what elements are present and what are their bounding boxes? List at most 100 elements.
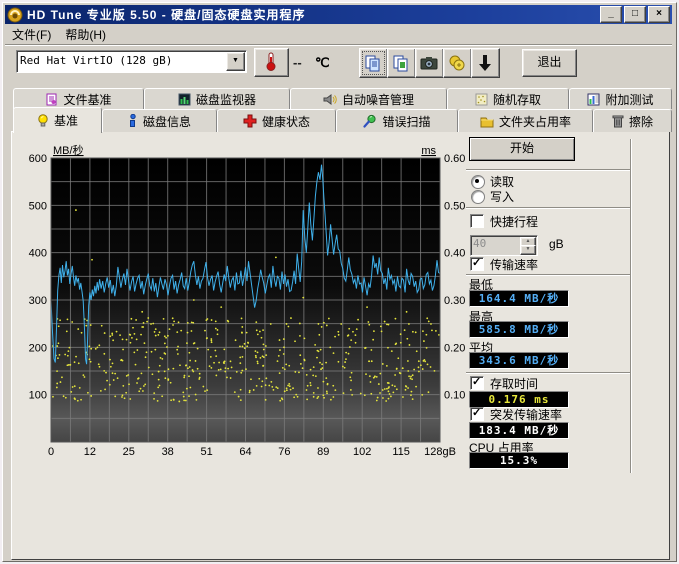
- app-window: HD Tune 专业版 5.50 - 硬盘/固态硬盘实用程序 _ □ × 文件(…: [0, 0, 679, 564]
- svg-text:400: 400: [29, 248, 47, 260]
- info-icon: [128, 114, 138, 128]
- cpu-usage-display: 15.3%: [469, 452, 569, 469]
- screenshot-button[interactable]: [415, 48, 444, 78]
- temperature-value: --: [293, 55, 302, 70]
- separator: [466, 207, 632, 209]
- coins-icon: [448, 54, 466, 72]
- disk-monitor-icon: [178, 93, 191, 106]
- menu-bar: 文件(F) 帮助(H): [5, 25, 672, 43]
- tab-folder-usage[interactable]: 文件夹占用率: [458, 109, 593, 132]
- svg-text:128gB: 128gB: [424, 446, 456, 458]
- min-value-display: 164.4 MB/秒: [469, 290, 569, 307]
- separator: [466, 169, 632, 171]
- svg-text:300: 300: [29, 295, 47, 307]
- svg-text:MB/秒: MB/秒: [53, 143, 84, 157]
- read-radio[interactable]: [471, 175, 485, 189]
- svg-text:600: 600: [29, 153, 47, 165]
- tab-erase[interactable]: 擦除: [593, 109, 672, 132]
- save-results-button[interactable]: [471, 48, 500, 78]
- write-radio-label[interactable]: 写入: [490, 188, 514, 205]
- tab-label: 文件基准: [63, 91, 111, 108]
- copy-image-button[interactable]: [387, 48, 416, 78]
- short-stroke-label[interactable]: 快捷行程: [490, 213, 538, 230]
- copy-button[interactable]: [359, 48, 388, 78]
- svg-text:76: 76: [278, 446, 290, 458]
- svg-text:64: 64: [239, 446, 251, 458]
- drive-selector[interactable]: ▼: [16, 50, 247, 73]
- tab-label: 磁盘信息: [143, 113, 191, 130]
- max-value-display: 585.8 MB/秒: [469, 321, 569, 338]
- short-stroke-value[interactable]: [473, 237, 515, 250]
- extra-tests-icon: [587, 93, 600, 106]
- svg-text:51: 51: [200, 446, 212, 458]
- maximize-button[interactable]: □: [624, 6, 646, 23]
- down-arrow-icon: [478, 54, 492, 72]
- svg-text:0: 0: [48, 446, 54, 458]
- svg-text:ms: ms: [421, 145, 436, 157]
- tab-label: 自动噪音管理: [342, 91, 414, 108]
- copy-image-icon: [392, 54, 410, 72]
- speaker-icon: [323, 93, 337, 106]
- health-icon: [243, 114, 257, 128]
- menu-file[interactable]: 文件(F): [5, 25, 58, 44]
- tab-health[interactable]: 健康状态: [217, 109, 336, 132]
- svg-text:12: 12: [84, 446, 96, 458]
- svg-text:0.50: 0.50: [444, 200, 465, 212]
- menu-help[interactable]: 帮助(H): [58, 25, 113, 44]
- start-button[interactable]: 开始: [469, 137, 575, 161]
- menu-separator: [5, 44, 672, 46]
- benchmark-chart: 6005004003002001000.600.500.400.300.200.…: [3, 141, 473, 463]
- svg-text:0.60: 0.60: [444, 153, 465, 165]
- stepper-down-icon[interactable]: ▼: [520, 245, 536, 255]
- tab-error-scan[interactable]: 错误扫描: [336, 109, 458, 132]
- title-bar: HD Tune 专业版 5.50 - 硬盘/固态硬盘实用程序 _ □ ×: [5, 5, 672, 24]
- file-benchmark-icon: [45, 93, 58, 106]
- app-icon: [7, 7, 23, 23]
- exit-button[interactable]: 退出: [522, 49, 577, 77]
- svg-text:500: 500: [29, 200, 47, 212]
- burst-rate-label[interactable]: 突发传输速率: [490, 406, 562, 423]
- svg-text:102: 102: [353, 446, 371, 458]
- thermometer-icon: [265, 52, 277, 71]
- svg-text:25: 25: [123, 446, 135, 458]
- tab-label: 健康状态: [262, 113, 310, 130]
- transfer-rate-checkbox[interactable]: [470, 257, 484, 271]
- short-stroke-unit: gB: [549, 237, 564, 251]
- tab-label: 附加测试: [605, 91, 653, 108]
- svg-text:89: 89: [317, 446, 329, 458]
- svg-text:0.20: 0.20: [444, 342, 465, 354]
- tab-label: 错误扫描: [382, 113, 430, 130]
- tab-disk-info[interactable]: 磁盘信息: [102, 109, 217, 132]
- svg-text:0.30: 0.30: [444, 295, 465, 307]
- tab-label: 磁盘监视器: [196, 91, 256, 108]
- chevron-down-icon[interactable]: ▼: [226, 52, 245, 71]
- copy-icon: [364, 54, 382, 72]
- temperature-button[interactable]: [254, 48, 289, 77]
- access-time-checkbox[interactable]: [470, 376, 484, 390]
- random-access-icon: [475, 93, 488, 106]
- tab-random-access[interactable]: 随机存取: [447, 88, 569, 109]
- drive-selector-value[interactable]: [20, 53, 220, 68]
- window-title: HD Tune 专业版 5.50 - 硬盘/固态硬盘实用程序: [27, 6, 598, 23]
- burst-rate-checkbox[interactable]: [470, 407, 484, 421]
- tab-label: 基准: [54, 112, 78, 129]
- access-time-label[interactable]: 存取时间: [490, 375, 538, 392]
- write-radio[interactable]: [471, 190, 485, 204]
- tab-file-benchmark[interactable]: 文件基准: [13, 88, 144, 109]
- donate-button[interactable]: [443, 48, 472, 78]
- close-button[interactable]: ×: [648, 6, 670, 23]
- tab-extra-tests[interactable]: 附加测试: [569, 88, 672, 109]
- short-stroke-stepper[interactable]: ▲ ▼: [470, 235, 538, 256]
- tab-benchmark[interactable]: 基准: [13, 107, 102, 133]
- short-stroke-checkbox[interactable]: [470, 214, 484, 228]
- tab-label: 擦除: [629, 113, 653, 130]
- tab-label: 随机存取: [493, 91, 541, 108]
- transfer-rate-label[interactable]: 传输速率: [490, 256, 538, 273]
- tab-disk-monitor[interactable]: 磁盘监视器: [144, 88, 290, 109]
- svg-text:200: 200: [29, 342, 47, 354]
- tab-auto-acoustic[interactable]: 自动噪音管理: [290, 88, 447, 109]
- minimize-button[interactable]: _: [600, 6, 622, 23]
- tab-label: 文件夹占用率: [499, 113, 571, 130]
- separator: [466, 372, 632, 374]
- svg-text:115: 115: [392, 446, 410, 458]
